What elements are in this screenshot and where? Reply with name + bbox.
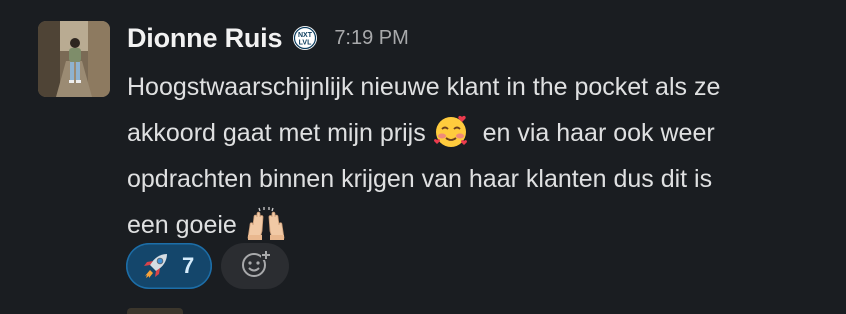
message-text: opdrachten binnen krijgen van haar klant… bbox=[127, 165, 713, 193]
message-text: Hoogstwaarschijnlijk nieuwe klant in the… bbox=[127, 73, 721, 101]
message: Dionne Ruis NXT LVL 7:19 PM Hoogstwaarsc… bbox=[0, 0, 846, 314]
author-name[interactable]: Dionne Ruis bbox=[127, 23, 283, 54]
add-emoji-icon bbox=[238, 247, 272, 286]
message-timestamp[interactable]: 7:19 PM bbox=[334, 27, 408, 50]
reaction-count: 7 bbox=[182, 253, 195, 278]
message-line: opdrachten binnen krijgen van haar klant… bbox=[127, 156, 839, 202]
message-text: een goeie bbox=[127, 211, 237, 239]
smiling-face-with-hearts-icon bbox=[433, 113, 469, 149]
badge-text-top: NXT bbox=[298, 32, 313, 39]
reaction-rocket[interactable]: 7 bbox=[126, 243, 212, 289]
next-message-avatar bbox=[127, 308, 183, 314]
message-line: akkoord gaat met mijn prijs en via haar … bbox=[127, 110, 839, 156]
rocket-icon bbox=[140, 251, 170, 281]
reactions-bar: 7 bbox=[126, 243, 289, 289]
nxt-lvl-badge-icon: NXT LVL bbox=[292, 25, 318, 51]
avatar-photo bbox=[38, 21, 110, 97]
add-reaction-button[interactable] bbox=[221, 243, 289, 289]
message-line: een goeie bbox=[127, 202, 839, 248]
badge-text-bottom: LVL bbox=[299, 40, 312, 47]
message-body: Hoogstwaarschijnlijk nieuwe klant in the… bbox=[127, 64, 839, 248]
avatar[interactable] bbox=[38, 21, 110, 97]
message-text: en via haar ook weer bbox=[482, 119, 715, 147]
raising-hands-icon bbox=[244, 205, 288, 241]
message-text: akkoord gaat met mijn prijs bbox=[127, 119, 426, 147]
message-line: Hoogstwaarschijnlijk nieuwe klant in the… bbox=[127, 64, 839, 110]
message-header: Dionne Ruis NXT LVL 7:19 PM bbox=[127, 20, 409, 56]
